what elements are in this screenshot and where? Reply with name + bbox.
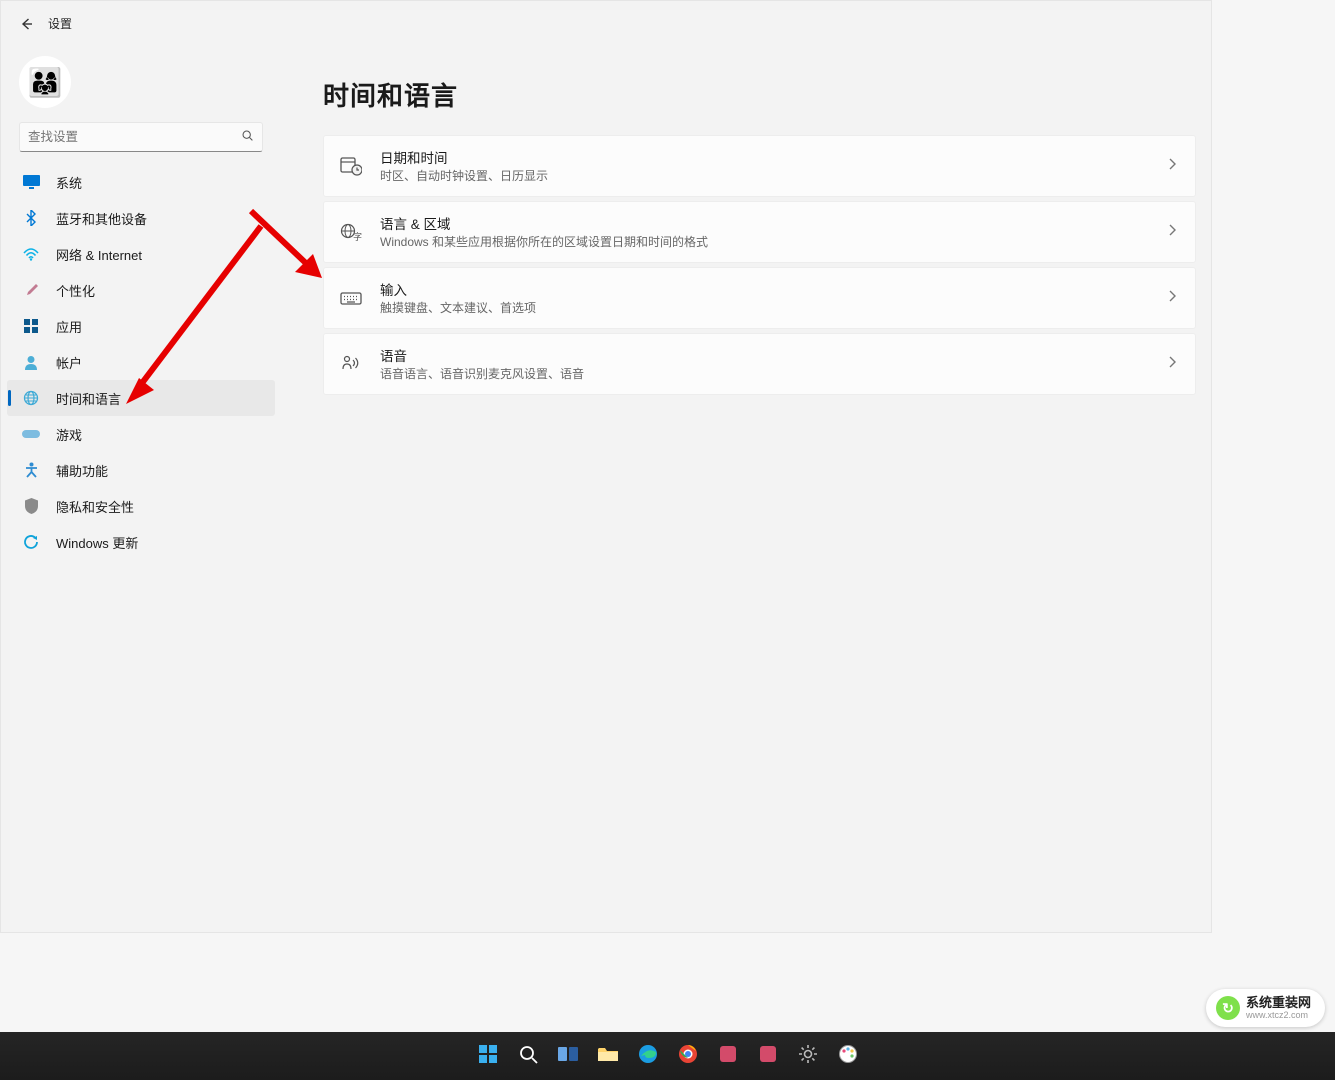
accessibility-icon	[21, 460, 41, 480]
sidebar-item-label: 个性化	[56, 281, 95, 300]
chevron-right-icon	[1168, 289, 1177, 308]
speech-icon	[338, 351, 364, 377]
sidebar-item-label: 隐私和安全性	[56, 497, 134, 516]
nav: 系统 蓝牙和其他设备 网络 & Internet 个性化 应用 帐户 时间和语言…	[5, 164, 277, 560]
chrome-icon	[677, 1043, 699, 1070]
watermark: ↻ 系统重装网 www.xtcz2.com	[1206, 989, 1325, 1027]
search-icon	[241, 129, 254, 145]
network-icon	[21, 244, 41, 264]
chevron-right-icon	[1168, 223, 1177, 242]
taskbar	[0, 1032, 1335, 1080]
card-title: 语音	[380, 345, 1168, 365]
avatar: 👨‍👩‍👧	[19, 56, 71, 108]
sidebar-item-label: 系统	[56, 173, 82, 192]
sidebar-item-time-language[interactable]: 时间和语言	[7, 380, 275, 416]
sidebar-item-gaming[interactable]: 游戏	[7, 416, 275, 452]
edge-icon	[637, 1043, 659, 1070]
brush-icon	[21, 280, 41, 300]
display-icon	[21, 172, 41, 192]
sidebar-item-label: 游戏	[56, 425, 82, 444]
settings-task-icon	[797, 1043, 819, 1070]
card-text: 语言 & 区域 Windows 和某些应用根据你所在的区域设置日期和时间的格式	[380, 213, 1168, 251]
card-subtitle: 语音语言、语音识别麦克风设置、语音	[380, 366, 1168, 383]
taskbar-app8[interactable]	[751, 1039, 785, 1073]
sidebar-item-label: 网络 & Internet	[56, 245, 142, 264]
taskbar-settings[interactable]	[791, 1039, 825, 1073]
taskbar-edge[interactable]	[631, 1039, 665, 1073]
gaming-icon	[21, 424, 41, 444]
sidebar-item-accessibility[interactable]: 辅助功能	[7, 452, 275, 488]
watermark-sub: www.xtcz2.com	[1246, 1011, 1311, 1020]
sidebar-item-system[interactable]: 系统	[7, 164, 275, 200]
globe-icon	[21, 388, 41, 408]
taskview-icon	[557, 1044, 579, 1069]
card-title: 语言 & 区域	[380, 213, 1168, 233]
window-header: 设置	[1, 1, 1211, 46]
shield-icon	[21, 496, 41, 516]
card-text: 语音 语音语言、语音识别麦克风设置、语音	[380, 345, 1168, 383]
sidebar-item-label: 应用	[56, 317, 82, 336]
settings-card-typing[interactable]: 输入 触摸键盘、文本建议、首选项	[323, 267, 1196, 329]
watermark-logo-icon: ↻	[1216, 996, 1240, 1020]
app-icon	[718, 1044, 738, 1069]
back-button[interactable]	[11, 9, 41, 39]
card-title: 日期和时间	[380, 147, 1168, 167]
settings-card-speech[interactable]: 语音 语音语言、语音识别麦克风设置、语音	[323, 333, 1196, 395]
taskbar-taskview[interactable]	[551, 1039, 585, 1073]
taskbar-search[interactable]	[511, 1039, 545, 1073]
sidebar-item-label: 辅助功能	[56, 461, 108, 480]
clock-calendar-icon	[338, 153, 364, 179]
search-task-icon	[517, 1043, 539, 1070]
apps-icon	[21, 316, 41, 336]
app-icon	[758, 1044, 778, 1069]
back-arrow-icon	[18, 16, 34, 32]
taskbar-paint[interactable]	[831, 1039, 865, 1073]
sidebar-item-network[interactable]: 网络 & Internet	[7, 236, 275, 272]
keyboard-icon	[338, 285, 364, 311]
taskbar-app7[interactable]	[711, 1039, 745, 1073]
settings-window: 设置 👨‍👩‍👧 系统 蓝牙和其他设备 网络 & Internet 个性化 应用…	[0, 0, 1212, 933]
header-title: 设置	[48, 15, 72, 32]
watermark-title: 系统重装网	[1246, 996, 1311, 1009]
paint-icon	[837, 1043, 859, 1070]
card-subtitle: 触摸键盘、文本建议、首选项	[380, 300, 1168, 317]
bluetooth-icon	[21, 208, 41, 228]
taskbar-explorer[interactable]	[591, 1039, 625, 1073]
sidebar: 👨‍👩‍👧 系统 蓝牙和其他设备 网络 & Internet 个性化 应用 帐户…	[1, 46, 281, 932]
search-input[interactable]	[28, 130, 241, 144]
main-content: 时间和语言 日期和时间 时区、自动时钟设置、日历显示 字 语言 & 区域 Win…	[281, 46, 1211, 932]
globe-lang-icon: 字	[338, 219, 364, 245]
settings-cards: 日期和时间 时区、自动时钟设置、日历显示 字 语言 & 区域 Windows 和…	[323, 135, 1196, 395]
sidebar-item-label: 时间和语言	[56, 389, 121, 408]
sidebar-item-privacy[interactable]: 隐私和安全性	[7, 488, 275, 524]
taskbar-start[interactable]	[471, 1039, 505, 1073]
update-icon	[21, 532, 41, 552]
sidebar-item-label: 帐户	[56, 353, 82, 372]
svg-text:字: 字	[353, 231, 362, 242]
start-icon	[477, 1043, 499, 1070]
person-icon	[21, 352, 41, 372]
sidebar-item-label: 蓝牙和其他设备	[56, 209, 147, 228]
settings-card-date-time[interactable]: 日期和时间 时区、自动时钟设置、日历显示	[323, 135, 1196, 197]
sidebar-item-bluetooth[interactable]: 蓝牙和其他设备	[7, 200, 275, 236]
card-title: 输入	[380, 279, 1168, 299]
sidebar-item-accounts[interactable]: 帐户	[7, 344, 275, 380]
card-text: 日期和时间 时区、自动时钟设置、日历显示	[380, 147, 1168, 185]
card-text: 输入 触摸键盘、文本建议、首选项	[380, 279, 1168, 317]
explorer-icon	[597, 1045, 619, 1068]
sidebar-item-personalize[interactable]: 个性化	[7, 272, 275, 308]
settings-card-language-region[interactable]: 字 语言 & 区域 Windows 和某些应用根据你所在的区域设置日期和时间的格…	[323, 201, 1196, 263]
card-subtitle: 时区、自动时钟设置、日历显示	[380, 168, 1168, 185]
chevron-right-icon	[1168, 157, 1177, 176]
card-subtitle: Windows 和某些应用根据你所在的区域设置日期和时间的格式	[380, 234, 1168, 251]
chevron-right-icon	[1168, 355, 1177, 374]
search-input-wrap[interactable]	[19, 122, 263, 152]
page-title: 时间和语言	[323, 76, 1196, 113]
avatar-wrap[interactable]: 👨‍👩‍👧	[5, 46, 277, 116]
sidebar-item-label: Windows 更新	[56, 533, 138, 552]
sidebar-item-update[interactable]: Windows 更新	[7, 524, 275, 560]
taskbar-chrome[interactable]	[671, 1039, 705, 1073]
sidebar-item-apps[interactable]: 应用	[7, 308, 275, 344]
